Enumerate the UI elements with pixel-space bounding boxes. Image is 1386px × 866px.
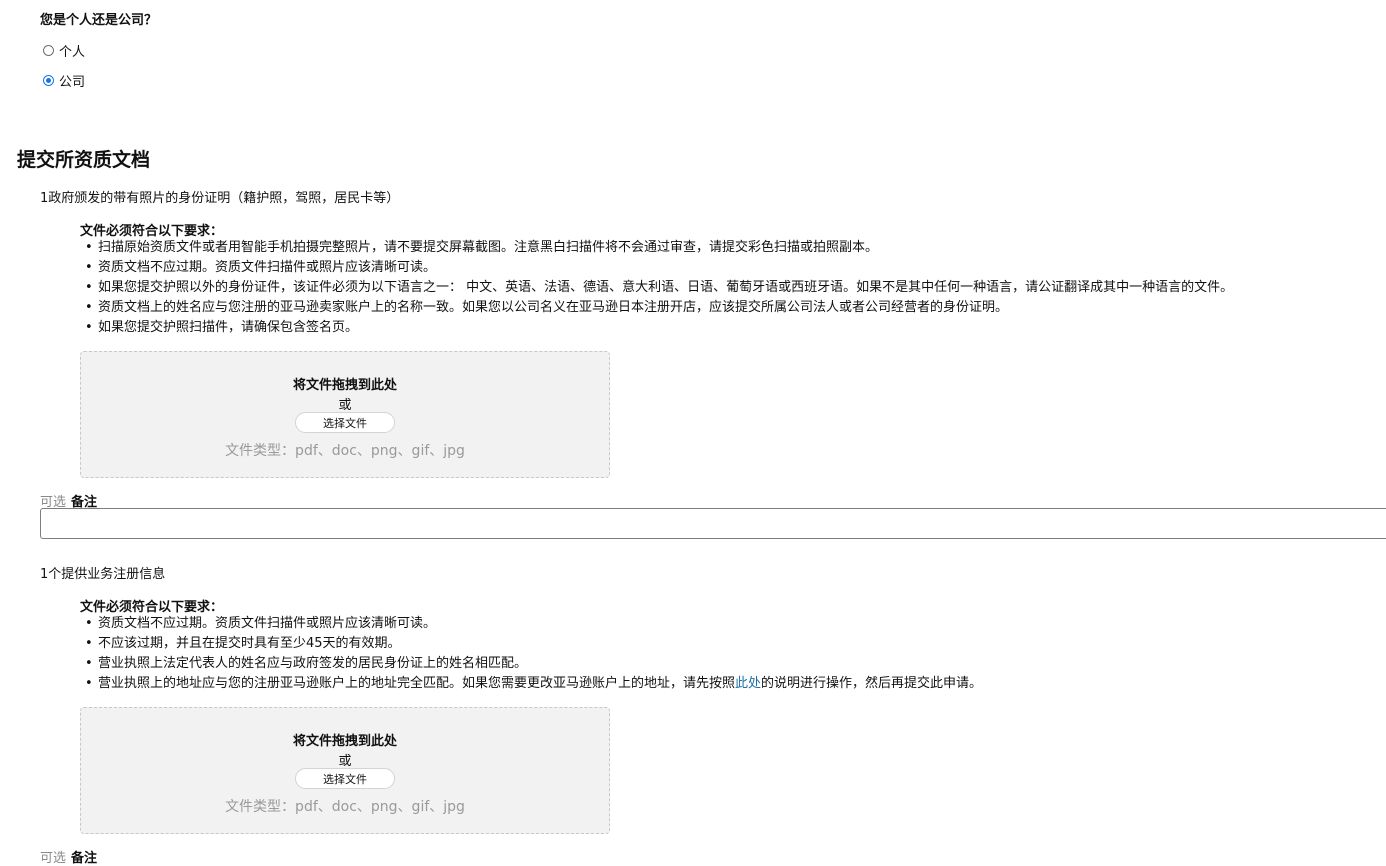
requirement-item: 营业执照上法定代表人的姓名应与政府签发的居民身份证上的姓名相匹配。 [80, 654, 982, 674]
dropzone-drag-text: 将文件拖拽到此处 [292, 734, 397, 749]
requirement-item: 扫描原始资质文件或者用智能手机拍摄完整照片，请不要提交屏幕截图。注意黑白扫描件将… [80, 238, 1233, 258]
radio-company-icon[interactable] [43, 75, 54, 86]
dropzone-file-types: 文件类型：pdf、doc、png、gif、jpg [225, 443, 465, 459]
radio-individual-icon[interactable] [43, 45, 54, 56]
requirements-list: 资质文档不应过期。资质文件扫描件或照片应该清晰可读。 不应该过期，并且在提交时具… [80, 614, 982, 694]
file-dropzone-id[interactable]: 将文件拖拽到此处 或 选择文件 文件类型：pdf、doc、png、gif、jpg [80, 351, 610, 478]
requirement-text: 的说明进行操作，然后再提交此申请。 [761, 676, 983, 691]
note-label: 可选 备注 [40, 847, 97, 866]
note-input[interactable] [40, 508, 1386, 539]
requirement-item: 资质文档不应过期。资质文件扫描件或照片应该清晰可读。 [80, 614, 982, 634]
doc-title-business: 1个提供业务注册信息 [40, 567, 166, 582]
choose-file-button[interactable]: 选择文件 [295, 412, 395, 433]
radio-individual-label[interactable]: 个人 [59, 41, 85, 60]
requirement-item: 资质文档不应过期。资质文件扫描件或照片应该清晰可读。 [80, 258, 1233, 278]
note-label-text: 备注 [71, 851, 98, 866]
instructions-link[interactable]: 此处 [735, 676, 761, 691]
note-optional-label: 可选 [40, 851, 67, 866]
dropzone-or-text: 或 [338, 398, 352, 413]
requirements-heading: 文件必须符合以下要求： [80, 224, 224, 239]
requirement-item: 资质文档上的姓名应与您注册的亚马逊卖家账户上的名称一致。如果您以公司名义在亚马逊… [80, 298, 1233, 318]
requirements-list: 扫描原始资质文件或者用智能手机拍摄完整照片，请不要提交屏幕截图。注意黑白扫描件将… [80, 238, 1233, 338]
requirement-item: 如果您提交护照以外的身份证件，该证件必须为以下语言之一： 中文、英语、法语、德语… [80, 278, 1233, 298]
section-title: 提交所资质文档 [17, 149, 151, 171]
dropzone-or-text: 或 [338, 754, 352, 769]
requirement-item: 营业执照上的地址应与您的注册亚马逊账户上的地址完全匹配。如果您需要更改亚马逊账户… [80, 674, 982, 694]
radio-option-individual[interactable]: 个人 [43, 41, 85, 60]
entity-type-question: 您是个人还是公司？ [40, 13, 158, 28]
dropzone-drag-text: 将文件拖拽到此处 [292, 378, 397, 393]
requirement-item: 如果您提交护照扫描件，请确保包含签名页。 [80, 318, 1233, 338]
requirements-heading: 文件必须符合以下要求： [80, 600, 224, 615]
requirement-text: 营业执照上的地址应与您的注册亚马逊账户上的地址完全匹配。如果您需要更改亚马逊账户… [98, 676, 736, 691]
file-dropzone-business[interactable]: 将文件拖拽到此处 或 选择文件 文件类型：pdf、doc、png、gif、jpg [80, 707, 610, 834]
choose-file-button[interactable]: 选择文件 [295, 768, 395, 789]
requirement-item: 不应该过期，并且在提交时具有至少45天的有效期。 [80, 634, 982, 654]
radio-company-label[interactable]: 公司 [59, 71, 85, 90]
doc-title-id: 1政府颁发的带有照片的身份证明（籍护照，驾照，居民卡等） [40, 191, 400, 206]
radio-option-company[interactable]: 公司 [43, 71, 85, 90]
dropzone-file-types: 文件类型：pdf、doc、png、gif、jpg [225, 799, 465, 815]
